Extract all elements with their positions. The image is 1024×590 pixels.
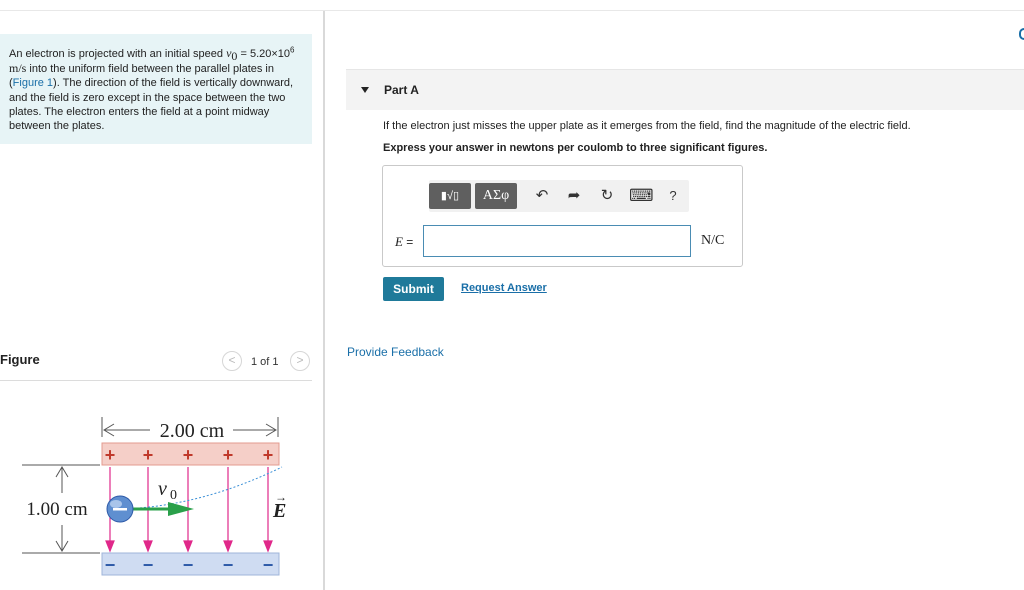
minus-sign: − <box>223 555 234 575</box>
provide-feedback-link[interactable]: Provide Feedback <box>347 345 444 359</box>
minus-sign: − <box>143 555 154 575</box>
v0-label-subscript: 0 <box>170 488 177 503</box>
capacitor-figure: 2.00 cm + + + + + − − − − − 1.00 cm v 0 … <box>22 417 287 576</box>
redo-icon[interactable]: ➦ <box>564 186 584 206</box>
column-divider <box>323 11 325 590</box>
plus-sign: + <box>105 445 116 465</box>
electron-minus <box>113 508 127 511</box>
templates-button[interactable]: ▮√▯ <box>429 183 471 209</box>
eq-sign: = <box>237 48 247 60</box>
request-answer-link[interactable]: Request Answer <box>461 282 547 294</box>
math-toolbar: ▮√▯ ΑΣφ ↶ ➦ ↻ ⌨ ? <box>429 180 689 212</box>
minus-sign: − <box>105 555 116 575</box>
keyboard-icon[interactable]: ⌨ <box>629 186 654 206</box>
minus-sign: − <box>263 555 274 575</box>
greek-symbols-button[interactable]: ΑΣφ <box>475 183 517 209</box>
undo-icon[interactable]: ↶ <box>532 186 552 206</box>
trajectory-path <box>119 466 283 510</box>
width-dimension-label: 2.00 cm <box>160 420 225 442</box>
velocity-arrowhead <box>168 502 194 516</box>
speed-mantissa: 5.20×10 <box>249 48 291 60</box>
figure-count: 1 of 1 <box>251 356 279 368</box>
problem-text-1: An electron is projected with an initial… <box>9 48 227 60</box>
plus-sign: + <box>143 445 154 465</box>
answer-equals: = <box>402 235 414 249</box>
plus-sign: + <box>263 445 274 465</box>
reset-icon[interactable]: ↻ <box>597 186 617 206</box>
electron-highlight <box>110 500 122 508</box>
answer-box: ▮√▯ ΑΣφ ↶ ➦ ↻ ⌨ ? E = N/C <box>382 165 743 267</box>
v0-label: v <box>158 478 167 500</box>
edge-icon <box>1019 28 1024 40</box>
plus-sign: + <box>183 445 194 465</box>
question-text: If the electron just misses the upper pl… <box>383 120 911 132</box>
answer-label: E = <box>395 234 413 250</box>
part-a-header[interactable]: Part A <box>346 70 1024 110</box>
prev-figure-button[interactable]: < <box>222 351 242 371</box>
height-dimension-label: 1.00 cm <box>26 499 87 520</box>
top-rule <box>0 10 1024 11</box>
part-title: Part A <box>384 83 419 97</box>
unit-label: N/C <box>701 233 725 248</box>
figure-title: Figure <box>0 352 40 367</box>
answer-input[interactable] <box>423 225 691 257</box>
submit-button[interactable]: Submit <box>383 277 444 301</box>
field-vector-arrow: → <box>275 490 287 504</box>
speed-units: m/s <box>9 61 27 76</box>
collapse-triangle-icon[interactable] <box>361 87 369 93</box>
problem-statement: An electron is projected with an initial… <box>0 34 312 144</box>
speed-exponent: 6 <box>290 45 295 55</box>
plus-sign: + <box>223 445 234 465</box>
figure-link[interactable]: Figure 1 <box>13 77 53 89</box>
figure-header: Figure < 1 of 1 > <box>0 346 312 381</box>
minus-sign: − <box>183 555 194 575</box>
answer-variable: E <box>395 234 403 249</box>
instruction-text: Express your answer in newtons per coulo… <box>383 142 768 154</box>
help-button[interactable]: ? <box>663 186 683 206</box>
next-figure-button[interactable]: > <box>290 351 310 371</box>
